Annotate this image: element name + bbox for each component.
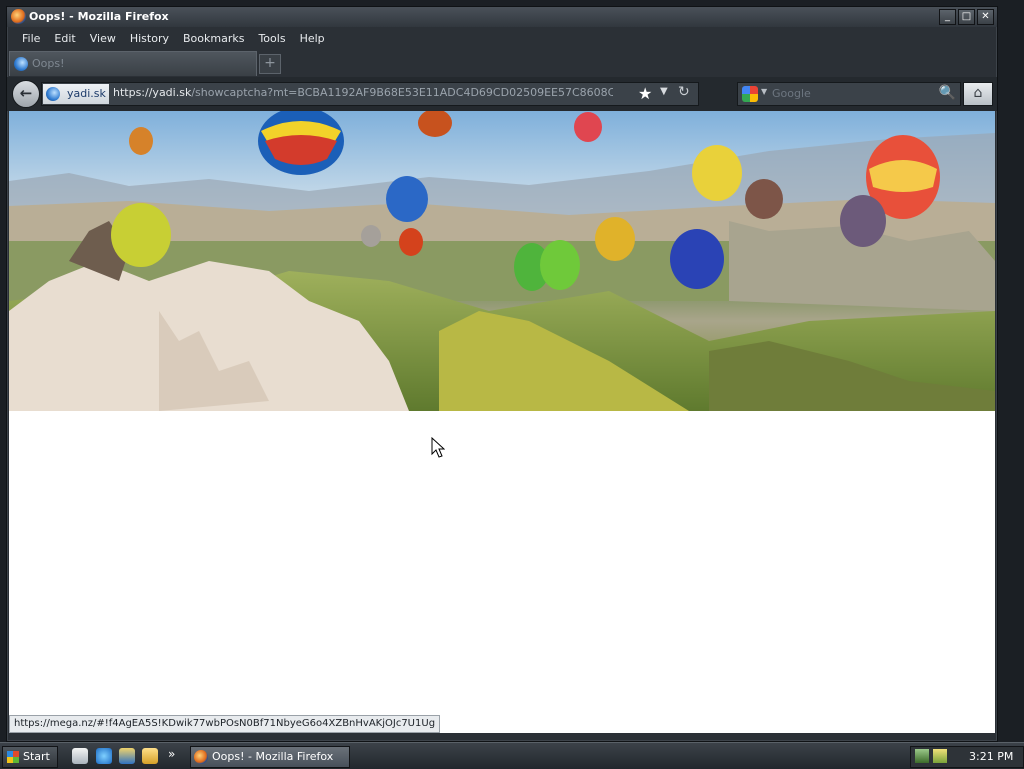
network-icon[interactable] bbox=[915, 749, 929, 763]
taskbar-firefox-button[interactable]: Oops! - Mozilla Firefox bbox=[190, 746, 350, 768]
navigation-toolbar: ← yadi.sk https://yadi.sk/showcaptcha?mt… bbox=[7, 77, 997, 111]
quicklaunch-overflow-icon[interactable]: » bbox=[168, 747, 175, 761]
site-favicon-icon bbox=[46, 87, 60, 101]
site-identity-label: yadi.sk bbox=[67, 87, 106, 100]
hero-landscape bbox=[9, 111, 995, 411]
maximize-button[interactable]: □ bbox=[958, 9, 975, 25]
back-button[interactable]: ← bbox=[12, 80, 40, 108]
tab-label: Oops! bbox=[32, 57, 65, 70]
menu-history[interactable]: History bbox=[123, 32, 176, 45]
bookmark-star-icon[interactable]: ★ bbox=[638, 84, 652, 103]
site-favicon-icon bbox=[14, 57, 28, 71]
menu-edit[interactable]: Edit bbox=[47, 32, 82, 45]
url-dropdown-icon[interactable]: ▼ bbox=[660, 86, 668, 97]
desktop-icon[interactable] bbox=[72, 748, 88, 764]
firefox-window: Oops! - Mozilla Firefox _ □ ✕ File Edit … bbox=[6, 6, 998, 742]
windows-logo-icon bbox=[7, 751, 19, 763]
menu-bar: File Edit View History Bookmarks Tools H… bbox=[7, 28, 997, 48]
menu-file[interactable]: File bbox=[15, 32, 47, 45]
new-tab-button[interactable]: + bbox=[259, 54, 281, 74]
search-icon[interactable]: 🔍 bbox=[939, 85, 956, 101]
ie-icon[interactable] bbox=[96, 748, 112, 764]
volume-icon[interactable] bbox=[933, 749, 947, 763]
tab-strip: Oops! + bbox=[7, 49, 997, 77]
clock[interactable]: 3:21 PM bbox=[969, 750, 1013, 763]
url-bar[interactable]: yadi.sk https://yadi.sk/showcaptcha?mt=B… bbox=[41, 82, 699, 106]
menu-bookmarks[interactable]: Bookmarks bbox=[176, 32, 251, 45]
menu-view[interactable]: View bbox=[83, 32, 123, 45]
url-path: /showcaptcha?mt=BCBA1192AF9B68E53E11ADC4… bbox=[191, 86, 613, 99]
system-tray: 3:21 PM bbox=[910, 746, 1024, 768]
firefox-logo-icon bbox=[11, 9, 26, 24]
reload-icon[interactable]: ↻ bbox=[678, 84, 690, 100]
page-content bbox=[9, 111, 995, 733]
minimize-button[interactable]: _ bbox=[939, 9, 956, 25]
start-button[interactable]: Start bbox=[2, 746, 58, 768]
taskbar-task-label: Oops! - Mozilla Firefox bbox=[212, 750, 334, 763]
menu-tools[interactable]: Tools bbox=[251, 32, 292, 45]
window-title: Oops! - Mozilla Firefox bbox=[29, 10, 169, 23]
status-bar: https://mega.nz/#!f4AgEA5S!KDwik77wbPOsN… bbox=[9, 715, 441, 733]
url-text[interactable]: https://yadi.sk/showcaptcha?mt=BCBA1192A… bbox=[113, 86, 613, 99]
url-host: https://yadi.sk bbox=[113, 86, 192, 99]
site-identity-button[interactable]: yadi.sk bbox=[43, 84, 109, 104]
outlook-icon[interactable] bbox=[119, 748, 135, 764]
home-button[interactable]: ⌂ bbox=[963, 82, 993, 106]
taskbar: Start » Oops! - Mozilla Firefox 3:21 PM bbox=[0, 742, 1024, 769]
close-button[interactable]: ✕ bbox=[977, 9, 994, 25]
explorer-icon[interactable] bbox=[142, 748, 158, 764]
mouse-cursor-icon bbox=[431, 437, 445, 458]
start-label: Start bbox=[23, 750, 50, 763]
window-controls: _ □ ✕ bbox=[939, 9, 994, 25]
title-bar[interactable]: Oops! - Mozilla Firefox _ □ ✕ bbox=[7, 7, 997, 27]
firefox-logo-icon bbox=[194, 750, 208, 764]
search-input[interactable]: Google bbox=[772, 87, 811, 100]
tab-oops[interactable]: Oops! bbox=[9, 51, 257, 76]
search-box[interactable]: ▼ Google 🔍 bbox=[737, 82, 961, 106]
menu-help[interactable]: Help bbox=[293, 32, 332, 45]
hero-image bbox=[9, 111, 995, 411]
google-icon[interactable] bbox=[742, 86, 758, 102]
search-engine-dropdown-icon[interactable]: ▼ bbox=[761, 87, 767, 96]
